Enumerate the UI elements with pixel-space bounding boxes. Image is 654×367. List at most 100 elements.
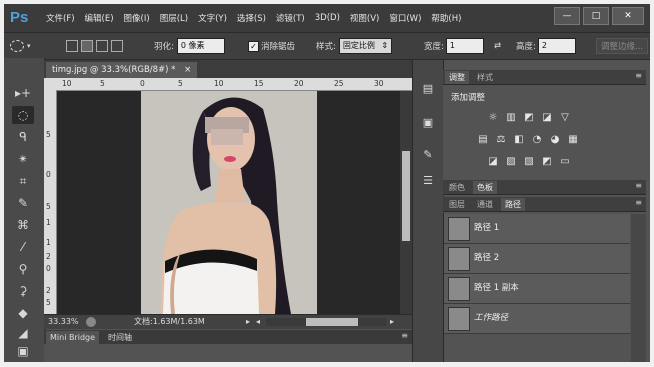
menu-edit[interactable]: 编辑(E) xyxy=(85,12,114,24)
menu-view[interactable]: 视图(V) xyxy=(350,12,379,24)
threshold-icon[interactable]: ▧ xyxy=(522,156,536,168)
history-brush-tool[interactable]: ⚳ xyxy=(12,282,34,300)
selective-color-icon[interactable]: ▭ xyxy=(558,156,572,168)
swap-dimensions-button[interactable]: ⇄ xyxy=(494,33,501,59)
height-group: 高度: 2 xyxy=(516,33,576,59)
canvas-area[interactable] xyxy=(57,91,400,314)
history-panel-icon[interactable]: ▤ xyxy=(418,80,438,98)
hue-saturation-icon[interactable]: ▤ xyxy=(476,134,490,146)
style-select[interactable]: 固定比例 ⇕ xyxy=(338,38,393,54)
horizontal-scroll-thumb[interactable] xyxy=(306,318,358,326)
horizontal-scrollbar[interactable] xyxy=(266,318,386,326)
path-item[interactable]: 工作路径 xyxy=(444,304,630,334)
close-button[interactable]: ✕ xyxy=(612,7,644,25)
gradient-map-icon[interactable]: ◩ xyxy=(540,156,554,168)
status-menu-arrow-icon[interactable]: ▸ xyxy=(246,315,250,329)
eraser-tool[interactable]: ◆ xyxy=(12,304,34,322)
path-item[interactable]: 路径 1 副本 xyxy=(444,274,630,304)
tab-channels[interactable]: 通道 xyxy=(473,198,497,211)
document-tab[interactable]: timg.jpg @ 33.3%(RGB/8#) * × xyxy=(46,62,198,78)
scroll-right-icon[interactable]: ▸ xyxy=(390,315,394,329)
document-image[interactable] xyxy=(141,91,317,314)
vibrance-icon[interactable]: ▽ xyxy=(558,112,572,124)
lasso-tool[interactable]: ᑫ xyxy=(12,128,34,146)
properties-panel-icon[interactable]: ☰ xyxy=(418,172,438,190)
add-selection-icon[interactable] xyxy=(81,40,93,52)
menu-type[interactable]: 文字(Y) xyxy=(198,12,227,24)
path-item[interactable]: 路径 2 xyxy=(444,244,630,274)
exposure-icon[interactable]: ◪ xyxy=(540,112,554,124)
feather-input[interactable]: 0 像素 xyxy=(176,38,225,54)
vertical-ruler[interactable]: 5 0 5 1 1 2 0 2 5 xyxy=(44,90,57,314)
quick-select-tool[interactable]: ✴ xyxy=(12,150,34,168)
photo-filter-icon[interactable]: ◔ xyxy=(530,134,544,146)
menu-filter[interactable]: 滤镜(T) xyxy=(276,12,305,24)
info-panel-icon[interactable]: ▣ xyxy=(418,114,438,132)
ruler-h-label: 30 xyxy=(374,79,384,88)
channel-mixer-icon[interactable]: ◕ xyxy=(548,134,562,146)
new-selection-icon[interactable] xyxy=(66,40,78,52)
tab-timeline[interactable]: 时间轴 xyxy=(104,331,136,344)
width-input[interactable]: 1 xyxy=(445,38,484,54)
move-tool[interactable]: ▸+ xyxy=(12,84,34,102)
gradient-tool[interactable]: ◢ xyxy=(12,324,34,342)
ruler-origin[interactable] xyxy=(44,78,56,90)
tab-paths[interactable]: 路径 xyxy=(501,198,525,211)
path-thumbnail xyxy=(448,307,470,331)
menu-window[interactable]: 窗口(W) xyxy=(389,12,421,24)
ruler-h-label: 5 xyxy=(100,79,105,88)
tab-styles[interactable]: 样式 xyxy=(473,71,497,84)
color-balance-icon[interactable]: ⚖ xyxy=(494,134,508,146)
color-lookup-icon[interactable]: ▦ xyxy=(566,134,580,146)
curves-icon[interactable]: ◩ xyxy=(522,112,536,124)
blur-tool[interactable]: ▣ xyxy=(12,342,34,360)
scroll-left-icon[interactable]: ◂ xyxy=(256,315,260,329)
panel-menu-icon[interactable]: ≡ xyxy=(635,181,642,190)
marquee-tool[interactable]: ◌ xyxy=(12,106,34,124)
close-icon[interactable]: × xyxy=(184,65,191,75)
panel-menu-icon[interactable]: ≡ xyxy=(635,71,642,80)
zoom-level[interactable]: 33.33% xyxy=(48,315,79,329)
path-item[interactable]: 路径 1 xyxy=(444,214,630,244)
levels-icon[interactable]: ▥ xyxy=(504,112,518,124)
posterize-icon[interactable]: ▨ xyxy=(504,156,518,168)
crop-tool[interactable]: ⌗ xyxy=(12,172,34,190)
black-white-icon[interactable]: ◧ xyxy=(512,134,526,146)
brightness-contrast-icon[interactable]: ☼ xyxy=(486,112,500,124)
horizontal-ruler[interactable]: 10 5 0 5 10 15 20 25 30 xyxy=(56,78,412,91)
status-info-icon[interactable] xyxy=(86,317,96,327)
ruler-h-label: 0 xyxy=(140,79,145,88)
brush-panel-icon[interactable]: ✎ xyxy=(418,146,438,164)
vertical-scrollbar[interactable] xyxy=(400,91,412,314)
antialias-checkbox[interactable]: ✓ xyxy=(248,40,259,52)
panel-menu-icon[interactable]: ≡ xyxy=(401,331,408,340)
tab-adjustments[interactable]: 调整 xyxy=(445,71,469,84)
elliptical-marquee-icon xyxy=(10,40,24,52)
marquee-tool-preset[interactable]: ▾ xyxy=(10,33,31,59)
restore-button[interactable]: □ xyxy=(583,7,609,25)
clone-stamp-tool[interactable]: ⚲ xyxy=(12,260,34,278)
paths-scrollbar[interactable] xyxy=(631,214,646,362)
tab-layers[interactable]: 图层 xyxy=(445,198,469,211)
menu-3d[interactable]: 3D(D) xyxy=(315,13,340,23)
menu-layer[interactable]: 图层(L) xyxy=(160,12,188,24)
height-input[interactable]: 2 xyxy=(537,38,576,54)
refine-edge-button[interactable]: 调整边缘... xyxy=(596,33,649,59)
menu-file[interactable]: 文件(F) xyxy=(46,12,75,24)
healing-brush-tool[interactable]: ⌘ xyxy=(12,216,34,234)
tab-color[interactable]: 颜色 xyxy=(445,181,469,194)
tab-swatches[interactable]: 色板 xyxy=(473,181,497,194)
vertical-scroll-thumb[interactable] xyxy=(402,151,410,241)
menu-help[interactable]: 帮助(H) xyxy=(431,12,461,24)
bottom-panel-content xyxy=(44,344,412,362)
minimize-button[interactable]: — xyxy=(554,7,580,25)
intersect-selection-icon[interactable] xyxy=(111,40,123,52)
brush-tool[interactable]: ⁄ xyxy=(12,238,34,256)
panel-menu-icon[interactable]: ≡ xyxy=(635,198,642,207)
invert-icon[interactable]: ◪ xyxy=(486,156,500,168)
tab-mini-bridge[interactable]: Mini Bridge xyxy=(46,331,100,344)
menu-image[interactable]: 图像(I) xyxy=(124,12,150,24)
menu-select[interactable]: 选择(S) xyxy=(237,12,266,24)
eyedropper-tool[interactable]: ✎ xyxy=(12,194,34,212)
subtract-selection-icon[interactable] xyxy=(96,40,108,52)
